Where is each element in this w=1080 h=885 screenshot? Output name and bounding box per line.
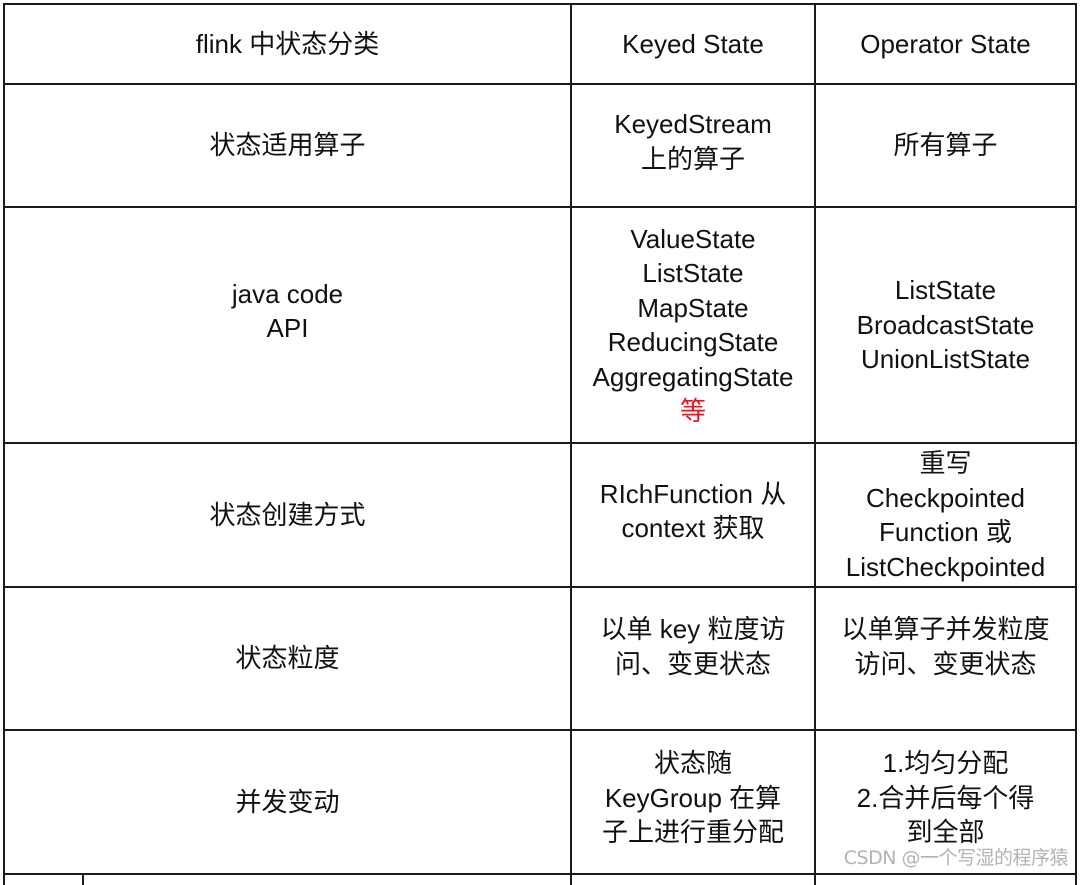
cell-line: UnionListState — [860, 344, 1031, 375]
operator-state-cell: 重写 Checkpointed Function 或 ListCheckpoin… — [814, 444, 1077, 586]
keyed-state-cell: ValueState ListState MapState ReducingSt… — [570, 208, 814, 442]
keyed-state-cell: 状态随 KeyGroup 在算 子上进行重分配 — [570, 731, 814, 873]
table-row: 状态粒度 以单 key 粒度访 问、变更状态 以单算子并发粒度 访问、变更状态 — [3, 588, 1077, 731]
cell-line: KeyGroup 在算 — [604, 782, 782, 813]
header-operator-state-label: Operator State — [860, 28, 1031, 59]
row-label: 状态适用算子 — [209, 130, 366, 161]
cell-line: 1.均匀分配 — [882, 748, 1009, 779]
header-category-label: flink 中状态分类 — [195, 28, 380, 59]
cell-line: 问、变更状态 — [614, 648, 771, 679]
cell-line: Checkpointed — [866, 482, 1025, 513]
truncated-next-row — [3, 875, 1077, 885]
keyed-state-cell: RIchFunction 从 context 获取 — [570, 444, 814, 586]
row-label: 状态创建方式 — [209, 499, 366, 530]
cell-line: context 获取 — [621, 513, 765, 543]
row-label: API — [266, 313, 309, 343]
cell-line: ListCheckpointed — [845, 551, 1046, 582]
cell-line: 上的算子 — [640, 143, 745, 174]
row-label-cell: java code API — [3, 208, 570, 442]
table-row: java code API ValueState ListState MapSt… — [3, 208, 1077, 444]
operator-state-cell: 以单算子并发粒度 访问、变更状态 — [814, 588, 1077, 729]
header-cell-operator-state: Operator State — [814, 5, 1077, 83]
cell-line: 以单 key 粒度访 — [600, 614, 786, 644]
cell-line: KeyedStream — [614, 109, 772, 139]
row-label-cell: 状态适用算子 — [3, 85, 570, 206]
header-cell-category: flink 中状态分类 — [3, 5, 570, 83]
table-row: 状态创建方式 RIchFunction 从 context 获取 重写 Chec… — [3, 444, 1077, 588]
cell-line: Function 或 — [879, 517, 1012, 547]
table-header-row: flink 中状态分类 Keyed State Operator State — [3, 3, 1077, 85]
cell-line: ValueState — [630, 223, 756, 254]
table-row: 状态适用算子 KeyedStream 上的算子 所有算子 — [3, 85, 1077, 208]
cell-line: BroadcastState — [856, 309, 1035, 340]
cell-line: 子上进行重分配 — [601, 817, 784, 848]
cell-line: ListState — [894, 275, 997, 306]
row-label: 状态粒度 — [235, 643, 340, 674]
row-label: java code — [231, 278, 344, 309]
cell-line: 2.合并后每个得 — [856, 782, 1035, 813]
row-label-cell: 状态粒度 — [3, 588, 570, 729]
row-label-cell: 并发变动 — [3, 731, 570, 873]
row-label-cell: 状态创建方式 — [3, 444, 570, 586]
cell-line: ListState — [642, 258, 744, 288]
cell-line: ReducingState — [607, 327, 779, 357]
csdn-watermark: CSDN @一个写湿的程序猿 — [843, 847, 1069, 869]
cell-line: 所有算子 — [893, 130, 998, 161]
header-cell-keyed-state: Keyed State — [570, 5, 814, 83]
cell-line: MapState — [637, 292, 749, 323]
cell-line: 重写 — [919, 448, 972, 478]
cell-divider — [570, 875, 572, 885]
keyed-state-cell: 以单 key 粒度访 问、变更状态 — [570, 588, 814, 729]
state-comparison-table: flink 中状态分类 Keyed State Operator State 状… — [3, 3, 1077, 875]
keyed-state-cell: KeyedStream 上的算子 — [570, 85, 814, 206]
cell-divider — [814, 875, 816, 885]
cell-line: AggregatingState — [592, 361, 794, 392]
cell-divider — [82, 875, 84, 885]
row-label: 并发变动 — [235, 786, 340, 817]
operator-state-cell: ListState BroadcastState UnionListState — [814, 208, 1077, 442]
cell-line: 以单算子并发粒度 — [841, 614, 1050, 644]
cell-line: 状态随 — [653, 748, 732, 779]
header-keyed-state-label: Keyed State — [622, 28, 764, 59]
operator-state-cell: 所有算子 — [814, 85, 1077, 206]
cell-line: RIchFunction 从 — [599, 478, 787, 509]
etc-highlight: 等 — [679, 396, 706, 426]
cell-line: 访问、变更状态 — [854, 648, 1037, 679]
